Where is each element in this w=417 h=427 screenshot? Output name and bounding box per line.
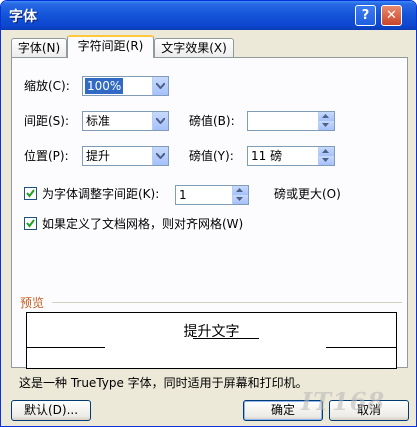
title-bar[interactable]: 字体 ? ✕ [1, 1, 416, 30]
help-button[interactable]: ? [355, 5, 376, 26]
chevron-down-icon[interactable] [152, 77, 168, 95]
close-icon: ✕ [386, 8, 397, 23]
checkmark-icon [26, 219, 35, 228]
chevron-down-icon[interactable] [152, 112, 168, 130]
kerning-suffix: 磅或更大(O) [274, 187, 341, 201]
scale-combo[interactable]: 100% [82, 76, 169, 96]
spacing-pt-label: 磅值(B): [189, 114, 235, 128]
spacing-label: 间距(S): [24, 114, 70, 128]
spin-up-icon[interactable] [232, 186, 248, 195]
font-note: 这是一种 TrueType 字体，同时适用于屏幕和打印机。 [19, 376, 308, 390]
spacing-value: 标准 [86, 114, 111, 128]
kerning-checkbox[interactable] [24, 187, 37, 200]
spin-up-icon[interactable] [318, 147, 334, 156]
grid-checkbox[interactable] [24, 217, 37, 230]
spin-down-icon[interactable] [232, 195, 248, 204]
window-title: 字体 [9, 9, 37, 25]
position-pt-value: 11 磅 [251, 149, 283, 163]
spin-down-icon[interactable] [318, 121, 334, 130]
kerning-value: 1 [179, 188, 187, 202]
kerning-label[interactable]: 为字体调整字间距(K): [42, 186, 159, 202]
spacing-pt-spinner[interactable] [247, 111, 335, 131]
tab-font[interactable]: 字体(N) [11, 38, 67, 58]
grid-label[interactable]: 如果定义了文档网格，则对齐网格(W) [42, 216, 243, 232]
default-button[interactable]: 默认(D)... [11, 400, 91, 421]
checkmark-icon [26, 189, 35, 198]
preview-title: 预览 [20, 296, 45, 310]
close-button[interactable]: ✕ [381, 5, 402, 26]
preview-underline [193, 338, 259, 339]
spin-up-icon[interactable] [318, 112, 334, 121]
watermark: IT168 [301, 387, 386, 416]
font-dialog: 字体 ? ✕ 字体(N) 字符间距(R) 文字效果(X) 缩放(C): 100%… [0, 0, 417, 427]
position-value: 提升 [86, 149, 111, 163]
position-pt-spinner[interactable]: 11 磅 [247, 146, 335, 166]
spacing-combo[interactable]: 标准 [82, 111, 169, 131]
position-pt-label: 磅值(Y): [189, 149, 234, 163]
help-icon: ? [361, 8, 370, 23]
baseline-right [326, 347, 396, 348]
preview-box: 提升文字 [26, 312, 397, 369]
scale-value: 100% [85, 78, 124, 94]
tab-character-spacing[interactable]: 字符间距(R) [67, 35, 154, 58]
character-spacing-panel: 缩放(C): 100% 间距(S): 标准 磅值(B): 位置(P): 提升 磅… [11, 57, 408, 369]
chevron-down-icon[interactable] [152, 147, 168, 165]
spin-down-icon[interactable] [318, 156, 334, 165]
position-label: 位置(P): [24, 149, 69, 163]
scale-label: 缩放(C): [24, 79, 70, 93]
baseline-left [27, 347, 105, 348]
position-combo[interactable]: 提升 [82, 146, 169, 166]
kerning-spinner[interactable]: 1 [175, 185, 249, 205]
tab-text-effects[interactable]: 文字效果(X) [154, 38, 234, 58]
preview-divider [52, 302, 402, 303]
